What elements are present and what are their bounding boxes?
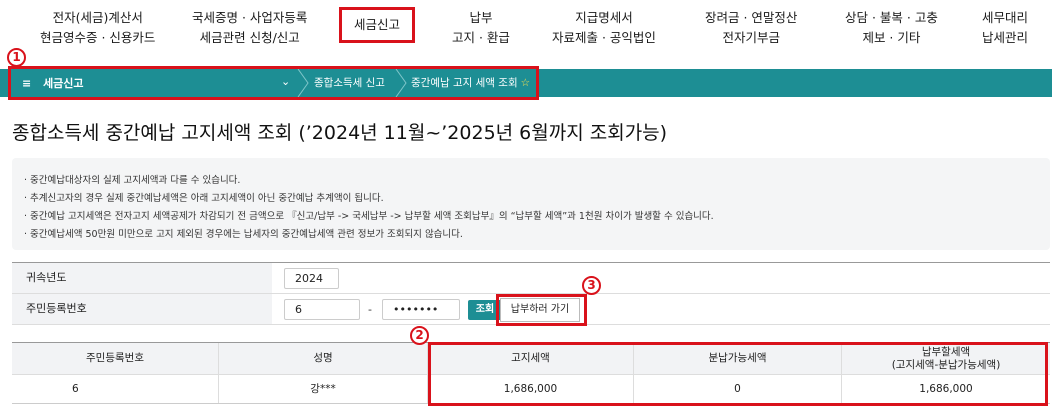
rrn-dash: - <box>368 303 372 316</box>
highlight-box-amounts <box>428 342 1048 406</box>
notice-item: · 추계신고자의 경우 실제 중간예납세액은 아래 고지세액이 아닌 중간예납 … <box>24 193 384 204</box>
menu-incentives[interactable]: 장려금 · 연말정산 전자기부금 <box>705 8 797 48</box>
annotation-badge-1: 1 <box>7 48 26 67</box>
menu-item-sublabel: 고지 · 환급 <box>452 30 510 45</box>
rrn-back-field[interactable]: ••••••• <box>382 299 460 320</box>
notice-item: · 중간예납대상자의 실제 고지세액과 다를 수 있습니다. <box>24 175 241 186</box>
year-label: 귀속년도 <box>12 263 272 293</box>
menu-payment[interactable]: 납부 고지 · 환급 <box>452 8 510 48</box>
menu-item-sublabel: 제보 · 기타 <box>862 30 921 45</box>
menu-item-label: 지급명세서 <box>575 10 633 25</box>
notice-box: · 중간예납대상자의 실제 고지세액과 다를 수 있습니다. · 추계신고자의 … <box>12 158 1050 250</box>
highlight-box-payment-button <box>496 294 587 326</box>
form-row-year: 귀속년도 2024 <box>12 263 1050 294</box>
top-menu: 전자(세금)계산서 현금영수증 · 신용카드 국세증명 · 사업자등록 세금관련… <box>0 0 1052 68</box>
menu-item-sublabel: 현금영수증 · 신용카드 <box>40 30 156 45</box>
menu-item-sublabel: 전자기부금 <box>722 30 780 45</box>
cell-rrn: 6 <box>12 375 219 403</box>
menu-item-label: 전자(세금)계산서 <box>52 10 143 25</box>
year-field[interactable]: 2024 <box>284 268 339 289</box>
menu-item-sublabel: 자료제출 · 공익법인 <box>552 30 656 45</box>
menu-item-sublabel: 납세관리 <box>982 30 1029 45</box>
menu-tax-filing[interactable]: 세금신고 <box>339 7 416 43</box>
rrn-label: 주민등록번호 <box>12 294 272 324</box>
annotation-badge-2: 2 <box>410 326 429 345</box>
menu-item-label: 국세증명 · 사업자등록 <box>192 10 308 25</box>
menu-item-label: 세무대리 <box>982 10 1029 25</box>
notice-item: · 중간예납세액 50만원 미만으로 고지 제외된 경우에는 납세자의 중간예납… <box>24 229 463 240</box>
menu-tax-agent[interactable]: 세무대리 납세관리 <box>982 8 1028 48</box>
menu-item-label: 상담 · 불복 · 고충 <box>845 10 938 25</box>
menu-e-invoice[interactable]: 전자(세금)계산서 현금영수증 · 신용카드 <box>40 8 155 48</box>
page-title: 종합소득세 중간예납 고지세액 조회 (’2024년 11월~’2025년 6월… <box>12 122 668 144</box>
menu-payment-statement[interactable]: 지급명세서 자료제출 · 공익법인 <box>552 8 656 48</box>
header-name: 성명 <box>219 343 428 374</box>
menu-item-label: 세금신고 <box>354 17 401 32</box>
notice-item: · 중간예납 고지세액은 전자고지 세액공제가 차감되기 전 금액으로 『신고/… <box>24 211 714 222</box>
annotation-badge-3: 3 <box>582 276 601 295</box>
menu-item-label: 납부 <box>469 10 493 25</box>
menu-item-sublabel: 세금관련 신청/신고 <box>199 30 300 45</box>
rrn-front-field[interactable]: 6 <box>284 299 360 320</box>
header-rrn: 주민등록번호 <box>12 343 219 374</box>
menu-certificates[interactable]: 국세증명 · 사업자등록 세금관련 신청/신고 <box>192 8 307 48</box>
menu-consulting[interactable]: 상담 · 불복 · 고충 제보 · 기타 <box>845 8 938 48</box>
highlight-box-breadcrumb <box>8 66 539 100</box>
menu-item-label: 장려금 · 연말정산 <box>705 10 798 25</box>
cell-name: 강*** <box>219 375 428 403</box>
